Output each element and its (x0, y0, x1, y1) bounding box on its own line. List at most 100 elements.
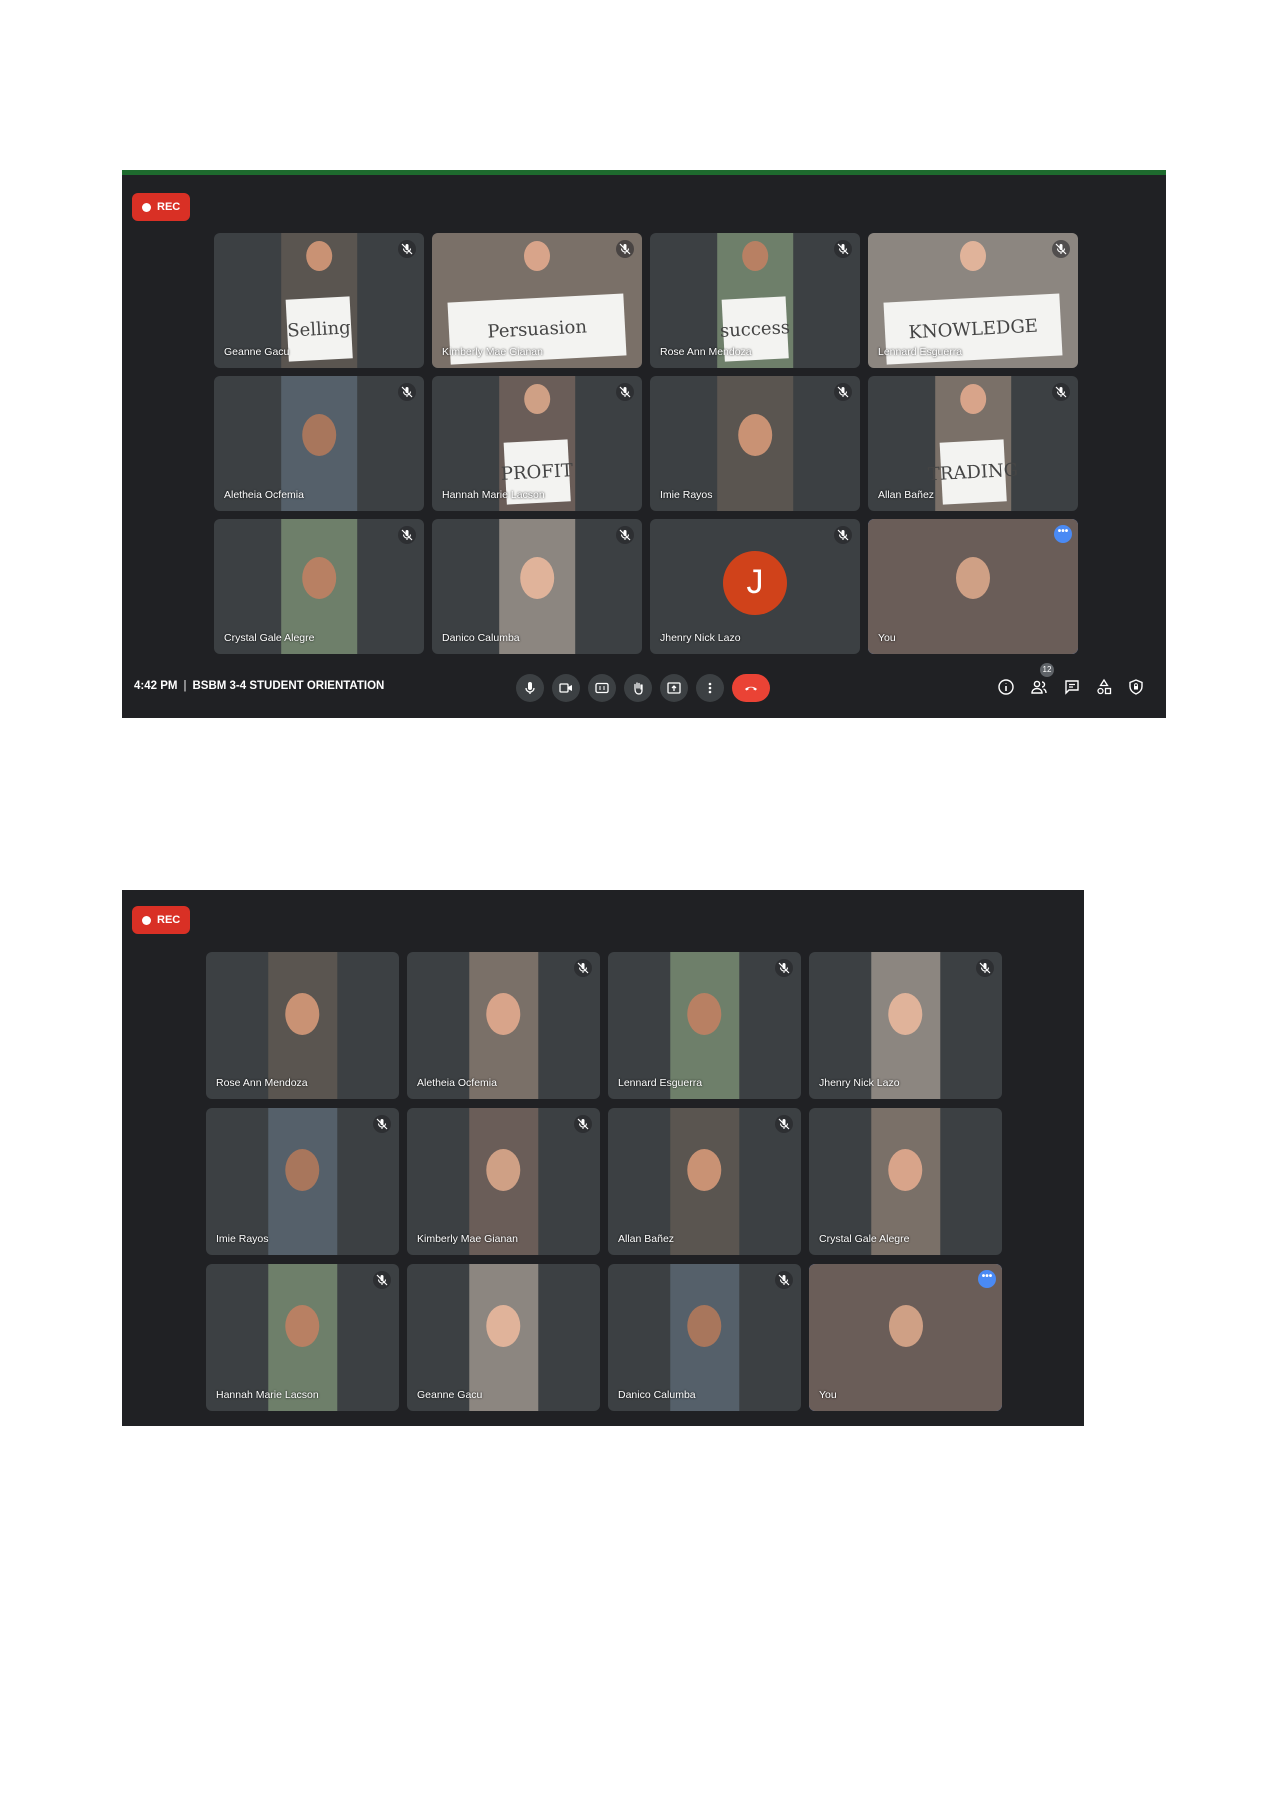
more-options-icon[interactable]: ••• (978, 1270, 996, 1288)
participant-tile[interactable]: Danico Calumba (608, 1264, 801, 1411)
participant-face (888, 1149, 923, 1192)
participant-face (486, 1149, 521, 1192)
meeting-toolbar: 4:42 PM | BSBM 3-4 STUDENT ORIENTATION 1… (122, 660, 1166, 718)
raise-hand-button[interactable] (624, 674, 652, 702)
meet-screenshot-1: REC Selling Geanne Gacu Persuasion Kimberly… (122, 170, 1166, 718)
present-screen-button[interactable] (660, 674, 688, 702)
participant-tile[interactable]: KNOWLEDGE Lennard Esguerra (868, 233, 1078, 368)
participant-face (486, 1305, 521, 1348)
microphone-button[interactable] (516, 674, 544, 702)
participant-face (524, 241, 550, 272)
video-feed (809, 1264, 1002, 1411)
video-feed (868, 519, 1078, 654)
participant-tile[interactable]: Jhenry Nick Lazo (809, 952, 1002, 1099)
participant-face (302, 556, 336, 599)
participant-tile[interactable]: J Jhenry Nick Lazo (650, 519, 860, 654)
participant-tile[interactable]: Aletheia Ocfemia (407, 952, 600, 1099)
chat-button[interactable] (1060, 675, 1084, 699)
participant-face (302, 413, 336, 456)
participant-name: Kimberly Mae Gianan (417, 1233, 518, 1245)
participant-tile[interactable]: Aletheia Ocfemia (214, 376, 424, 511)
video-feed: TRADING (927, 376, 1019, 511)
participant-face (285, 993, 320, 1036)
video-feed: Selling (281, 233, 357, 368)
participant-name: Hannah Marie Lacson (216, 1389, 319, 1401)
end-call-button[interactable] (732, 674, 770, 702)
participant-tile[interactable]: Imie Rayos (206, 1108, 399, 1255)
mic-off-icon (616, 526, 634, 544)
participant-tile[interactable]: Persuasion Kimberly Mae Gianan (432, 233, 642, 368)
participant-name: Aletheia Ocfemia (224, 489, 304, 501)
captions-button[interactable] (588, 674, 616, 702)
more-options-icon[interactable]: ••• (1054, 525, 1072, 543)
mic-off-icon (616, 240, 634, 258)
microphone-icon (525, 682, 535, 694)
participant-name: Hannah Marie Lacson (442, 489, 545, 501)
end-call-icon (745, 686, 757, 691)
mic-off-icon (373, 1271, 391, 1289)
participant-name: Imie Rayos (660, 489, 713, 501)
shield-lock-icon (1129, 679, 1143, 695)
self-video-tile[interactable]: ••• You (868, 519, 1078, 654)
mic-off-icon (976, 959, 994, 977)
participant-tile[interactable]: PROFIT Hannah Marie Lacson (432, 376, 642, 511)
participant-tile[interactable]: Allan Bañez (608, 1108, 801, 1255)
participant-tile[interactable]: TRADING Allan Bañez (868, 376, 1078, 511)
more-options-button[interactable] (696, 674, 724, 702)
camera-icon (559, 683, 572, 693)
mic-off-icon (1052, 240, 1070, 258)
people-button[interactable] (1027, 675, 1051, 699)
participant-name: Danico Calumba (618, 1389, 696, 1401)
participant-avatar: J (723, 550, 787, 615)
participant-tile[interactable]: Rose Ann Mendoza (206, 952, 399, 1099)
video-feed (267, 1108, 338, 1255)
participant-face (306, 241, 332, 272)
participant-tile[interactable]: Crystal Gale Alegre (809, 1108, 1002, 1255)
held-sign: Selling (285, 296, 353, 362)
participant-name: Geanne Gacu (224, 346, 290, 358)
participant-name: Jhenry Nick Lazo (660, 632, 741, 644)
chat-icon (1065, 680, 1079, 695)
participant-tile[interactable]: Imie Rayos (650, 376, 860, 511)
captions-icon (595, 682, 609, 694)
participant-name: Crystal Gale Alegre (224, 632, 315, 644)
record-dot-icon (142, 202, 151, 212)
mic-off-icon (775, 1115, 793, 1133)
participant-tile[interactable]: success Rose Ann Mendoza (650, 233, 860, 368)
activities-button[interactable] (1092, 675, 1116, 699)
meeting-info-button[interactable] (994, 675, 1018, 699)
participant-tile[interactable]: Lennard Esguerra (608, 952, 801, 1099)
participant-face (960, 241, 986, 272)
participant-name: Aletheia Ocfemia (417, 1077, 497, 1089)
participant-name: Lennard Esguerra (618, 1077, 703, 1089)
host-controls-button[interactable] (1124, 675, 1148, 699)
participant-face (486, 993, 521, 1036)
mic-off-icon (398, 526, 416, 544)
participant-face (687, 1305, 722, 1348)
participant-tile[interactable]: Kimberly Mae Gianan (407, 1108, 600, 1255)
participant-face (956, 556, 990, 599)
participant-face (960, 384, 986, 415)
present-icon (667, 682, 681, 694)
participant-face (524, 384, 550, 415)
participant-name: Crystal Gale Alegre (819, 1233, 910, 1245)
participant-tile[interactable]: Selling Geanne Gacu (214, 233, 424, 368)
participant-name: Geanne Gacu (417, 1389, 483, 1401)
participant-name: Rose Ann Mendoza (216, 1077, 308, 1089)
mic-off-icon (398, 383, 416, 401)
clock-time: 4:42 PM (134, 680, 178, 692)
participant-name: Allan Bañez (618, 1233, 675, 1245)
self-video-tile[interactable]: ••• You (809, 1264, 1002, 1411)
participant-count-badge: 12 (1040, 663, 1054, 677)
more-vertical-icon (708, 682, 712, 694)
participant-tile[interactable]: Crystal Gale Alegre (214, 519, 424, 654)
participant-tile[interactable]: Danico Calumba (432, 519, 642, 654)
participant-tile[interactable]: Geanne Gacu (407, 1264, 600, 1411)
camera-button[interactable] (552, 674, 580, 702)
mic-off-icon (775, 959, 793, 977)
separator: | (183, 680, 187, 692)
mic-off-icon (398, 240, 416, 258)
rec-label: REC (157, 914, 181, 926)
mic-off-icon (373, 1115, 391, 1133)
participant-tile[interactable]: Hannah Marie Lacson (206, 1264, 399, 1411)
